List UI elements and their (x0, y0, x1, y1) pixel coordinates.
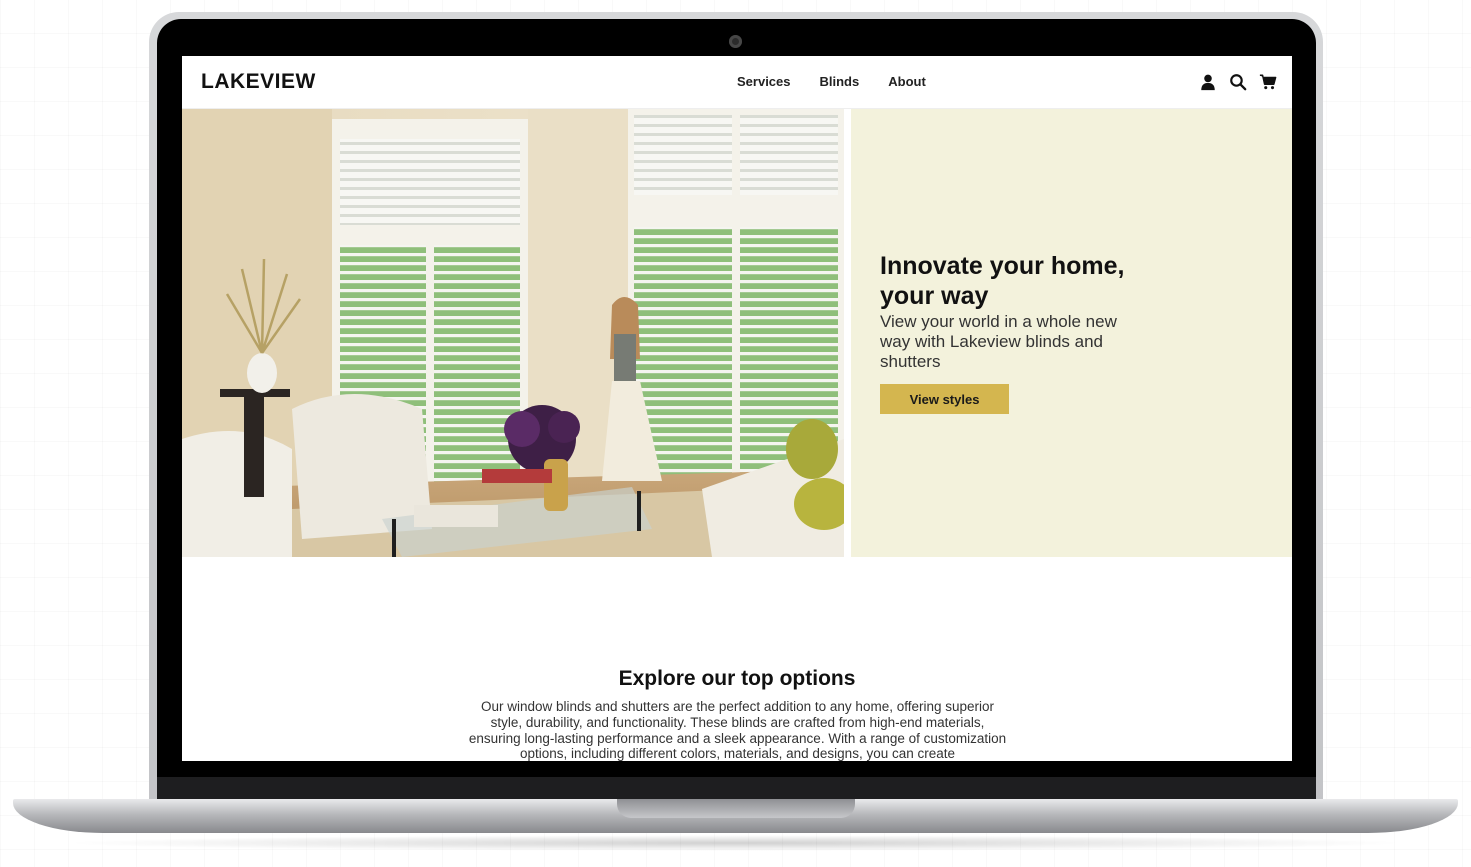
laptop-base-notch (617, 799, 855, 818)
website-screen: LAKEVIEW Services Blinds About Innovate … (182, 56, 1292, 761)
nav-icons (1187, 73, 1277, 91)
laptop-shadow (60, 835, 1410, 851)
hero-subtitle: View your world in a whole new way with … (880, 312, 1117, 371)
explore-description: Our window blinds and shutters are the p… (468, 699, 1007, 761)
hero-room-illustration (182, 109, 844, 557)
site-logo[interactable]: LAKEVIEW (201, 70, 316, 94)
explore-title: Explore our top options (618, 667, 856, 690)
navbar: LAKEVIEW Services Blinds About (182, 56, 1292, 109)
laptop-chin (157, 777, 1316, 801)
nav-link-blinds[interactable]: Blinds (820, 74, 860, 89)
webcam-icon (729, 35, 742, 48)
search-icon[interactable] (1229, 73, 1247, 91)
cart-icon[interactable] (1259, 73, 1277, 91)
hero-title: Innovate your home, your way (880, 252, 1125, 310)
nav-link-about[interactable]: About (888, 74, 926, 89)
hero-panel: Innovate your home, your way View your w… (851, 109, 1292, 557)
view-styles-button[interactable]: View styles (880, 384, 1009, 414)
nav-link-services[interactable]: Services (737, 74, 791, 89)
hero-image (182, 109, 844, 557)
user-icon[interactable] (1199, 73, 1217, 91)
hero-divider (844, 109, 851, 557)
nav-links: Services Blinds About (737, 74, 955, 89)
